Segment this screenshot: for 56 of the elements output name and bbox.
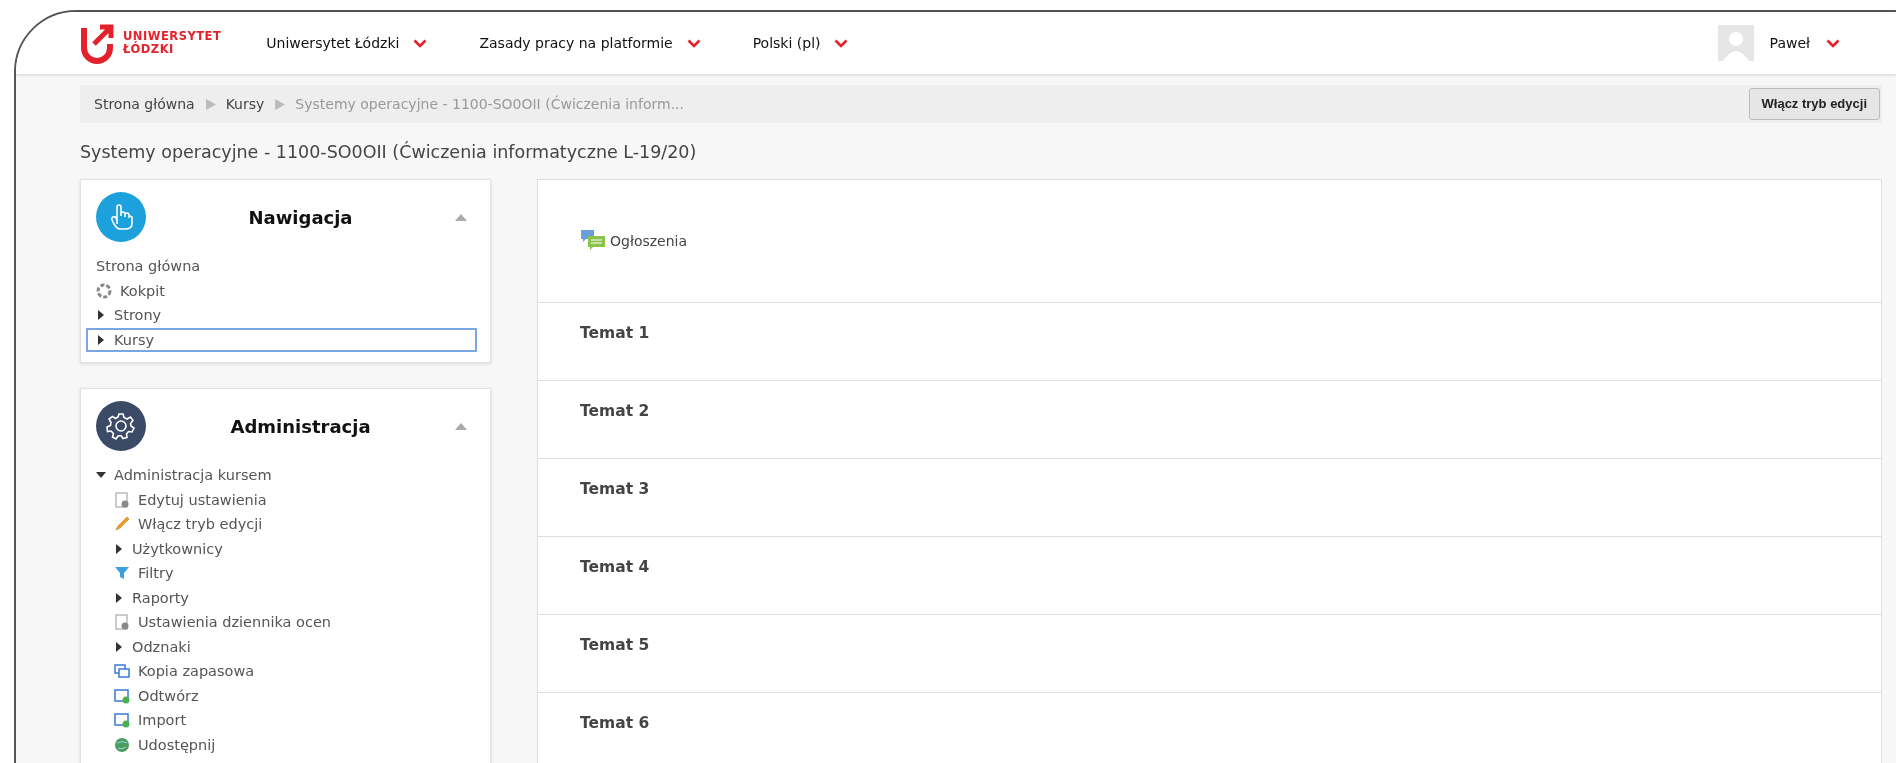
breadcrumb-link[interactable]: Kursy: [225, 93, 265, 115]
hand-pointer-icon: [96, 192, 146, 242]
tree-item[interactable]: Użytkownicy: [132, 538, 223, 559]
nav-menu[interactable]: Polski (pl): [752, 32, 849, 54]
windows-icon: [114, 663, 130, 680]
tree-item[interactable]: Odznaki: [132, 636, 191, 657]
kokpit-icon: [96, 282, 112, 299]
activity-link[interactable]: Ogłoszenia: [610, 230, 688, 252]
tree-item[interactable]: Kursy: [88, 329, 475, 350]
tree-item[interactable]: Administracja kursem: [114, 465, 272, 486]
section-title: Temat 5: [580, 636, 650, 654]
nav-menu[interactable]: Uniwersytet Łódzki: [266, 32, 428, 54]
pencil-icon: [114, 516, 130, 533]
collapsed-arrow-icon[interactable]: [114, 641, 124, 652]
collapsed-arrow-icon[interactable]: [114, 543, 124, 554]
breadcrumb-separator-icon: [274, 98, 286, 110]
document-gear-icon: [114, 614, 130, 631]
chevron-down-icon: [1826, 38, 1840, 48]
breadcrumb-link[interactable]: Strona główna: [94, 93, 195, 115]
chevron-down-icon: [686, 38, 701, 48]
tree-item[interactable]: Kopia zapasowa: [138, 661, 255, 682]
tree-item[interactable]: Edytuj ustawienia: [138, 489, 267, 510]
tree-item[interactable]: Kokpit: [120, 280, 165, 301]
section-title: Temat 3: [580, 480, 650, 498]
nav-menu[interactable]: Zasady pracy na platformie: [479, 32, 701, 54]
page-title: Systemy operacyjne - 1100-SO0OII (Ćwiczenia informatyczne L-19/20): [80, 140, 698, 164]
tree-item[interactable]: Udostępnij: [138, 734, 216, 755]
tree-item[interactable]: Import: [138, 710, 187, 731]
edit-mode-button[interactable]: Włącz tryb edycji: [1748, 88, 1880, 120]
collapsed-arrow-icon[interactable]: [114, 592, 124, 603]
tree-item[interactable]: Filtry: [138, 563, 174, 584]
block-title: Nawigacja: [247, 206, 354, 230]
block-title: Administracja: [229, 415, 372, 439]
user-menu[interactable]: Paweł: [1769, 32, 1840, 54]
collapsed-arrow-icon[interactable]: [96, 334, 106, 345]
logo-text: UNIWERSYTET: [123, 30, 222, 43]
section-title: Temat 2: [580, 402, 650, 420]
document-gear-icon: [114, 491, 130, 508]
collapsed-arrow-icon[interactable]: [96, 310, 106, 321]
gear-icon: [96, 401, 146, 451]
tree-item[interactable]: Strona główna: [96, 256, 201, 277]
section-title: Temat 1: [580, 324, 650, 342]
tree-item[interactable]: Odtwórz: [138, 685, 199, 706]
logo-text: ŁÓDZKI: [123, 43, 174, 56]
tree-item[interactable]: Włącz tryb edycji: [138, 514, 263, 535]
section-title: Temat 6: [580, 714, 650, 732]
tree-item[interactable]: Ustawienia dziennika ocen: [138, 612, 332, 633]
breadcrumb-separator-icon: [204, 98, 216, 110]
globe-icon: [114, 736, 130, 753]
funnel-icon: [114, 565, 130, 582]
chevron-down-icon: [413, 38, 428, 48]
section-title: Temat 4: [580, 558, 650, 576]
tree-item[interactable]: Raporty: [132, 587, 189, 608]
chevron-down-icon: [834, 38, 849, 48]
tree-item[interactable]: Strony: [114, 305, 162, 326]
logo-icon: [80, 22, 116, 64]
